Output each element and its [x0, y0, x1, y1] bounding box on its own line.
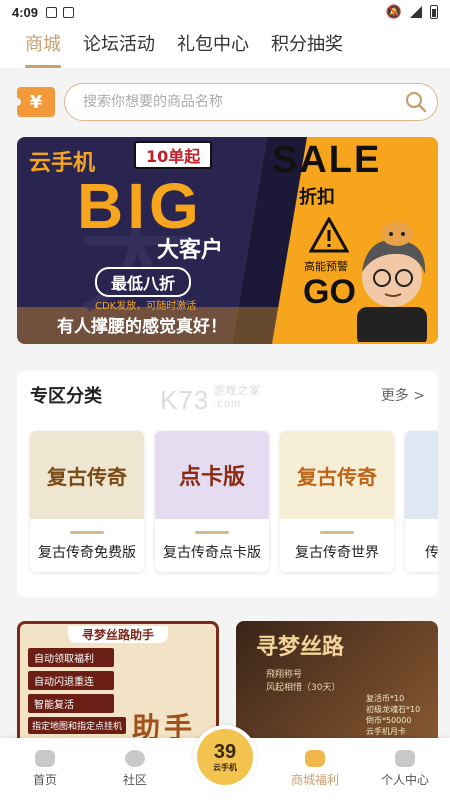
tab-mall[interactable]: 商城 — [25, 24, 61, 68]
nav-community[interactable]: 社区 — [90, 738, 180, 800]
nav-profile[interactable]: 个人中心 — [360, 738, 450, 800]
tab-gift-center[interactable]: 礼包中心 — [177, 24, 249, 68]
zone-card[interactable]: 点卡版 复古传奇点卡版 — [155, 431, 269, 572]
warning-icon — [309, 217, 349, 253]
notification-icon — [63, 6, 75, 18]
status-time: 4:09 — [12, 4, 39, 20]
status-bar: 4:09 🔕 — [0, 0, 450, 24]
zone-card-list: 复古传奇 复古传奇免费版 点卡版 复古传奇点卡版 复古传奇 复古传奇世界 传 — [17, 419, 438, 572]
promo-banner[interactable]: 大 云手机 10单起 BIG 大客户 最低八折 CDK发放，可随时激活 有人撑腰… — [17, 137, 438, 344]
zone-card[interactable]: 传 — [405, 431, 438, 572]
zone-card[interactable]: 复古传奇 复古传奇世界 — [280, 431, 394, 572]
search-icon[interactable] — [405, 91, 427, 113]
helper-feature: 智能复活 — [28, 694, 114, 713]
zone-category-section: 专区分类 更多 > K73 游戏之家 .com 复古传奇 复古传奇免费版 点卡版 复… — [17, 371, 438, 597]
mascot-illustration — [357, 222, 427, 342]
nav-mall-welfare[interactable]: 商城福利 — [270, 738, 360, 800]
nav-label: 社区 — [122, 773, 147, 787]
nav-label: 个人中心 — [380, 773, 429, 787]
nav-label: 商城福利 — [290, 773, 339, 787]
game-poster-title: 寻梦丝路 — [256, 634, 345, 660]
banner-slogan: 有人撑腰的感觉真好！ — [57, 317, 227, 337]
community-icon — [125, 750, 145, 767]
card-name: 复古传奇世界 — [295, 545, 379, 561]
banner-tag: 10单起 — [134, 141, 213, 169]
profile-icon — [395, 750, 415, 767]
game-poster-rewards-right: 复活币*10 初级龙魂石*10 倒币*50000 云手机月卡 — [366, 694, 421, 736]
battery-icon — [430, 5, 438, 19]
game-poster[interactable]: 寻梦丝路 飛翔称号 风起相惜（30天） 复活币*10 初级龙魂石*10 倒币*5… — [236, 621, 438, 751]
tab-points-lottery[interactable]: 积分抽奖 — [271, 24, 343, 68]
search-box[interactable] — [64, 83, 438, 121]
card-name: 复古传奇免费版 — [38, 545, 136, 561]
game-logo-image: 复古传奇 — [280, 431, 394, 519]
helper-feature-list: 自动领取福利 自动闪退重连 智能复活 指定地图和指定点挂机 — [28, 648, 127, 734]
signal-icon — [410, 6, 422, 18]
helper-poster-title: 寻梦丝路助手 — [68, 626, 168, 643]
banner-cdk: CDK发放，可随时激活 — [95, 301, 197, 312]
promo-posters: 寻梦丝路助手 自动领取福利 自动闪退重连 智能复活 指定地图和指定点挂机 助手 … — [17, 621, 438, 751]
game-logo-image — [405, 431, 438, 519]
search-row: ¥ — [0, 68, 450, 136]
home-icon — [35, 750, 55, 767]
nav-label: 首页 — [32, 773, 57, 787]
mute-icon: 🔕 — [385, 4, 402, 19]
game-logo-image: 复古传奇 — [30, 431, 144, 519]
image-icon — [46, 6, 58, 18]
banner-discount: 最低八折 — [95, 267, 192, 297]
nav-home[interactable]: 首页 — [0, 738, 90, 800]
top-tab-bar: 商城 论坛活动 礼包中心 积分抽奖 — [0, 24, 450, 68]
card-name: 复古传奇点卡版 — [163, 545, 261, 561]
coupon-icon[interactable]: ¥ — [13, 87, 55, 117]
center-cloud-button[interactable]: 39 云手机 — [193, 725, 257, 789]
game-logo-image: 点卡版 — [155, 431, 269, 519]
card-name: 传 — [425, 545, 438, 561]
zone-card[interactable]: 复古传奇 复古传奇免费版 — [30, 431, 144, 572]
search-input[interactable] — [83, 94, 405, 110]
game-poster-rewards-left: 飛翔称号 风起相惜（30天） — [266, 670, 341, 693]
helper-feature: 自动领取福利 — [28, 648, 114, 667]
banner-sale: SALE — [272, 139, 382, 181]
zone-title: 专区分类 — [30, 386, 102, 407]
banner-warn: 高能预警 — [304, 260, 348, 273]
more-link[interactable]: 更多 > — [381, 385, 425, 405]
mall-welfare-icon — [305, 750, 325, 767]
tab-forum-activity[interactable]: 论坛活动 — [83, 24, 155, 68]
helper-feature: 指定地图和指定点挂机 — [28, 717, 127, 734]
banner-sale-sub: 折扣 — [299, 187, 335, 208]
helper-poster[interactable]: 寻梦丝路助手 自动领取福利 自动闪退重连 智能复活 指定地图和指定点挂机 助手 — [17, 621, 219, 751]
watermark: K73 游戏之家 .com — [160, 385, 262, 415]
helper-feature: 自动闪退重连 — [28, 671, 114, 690]
banner-big-sub: 大客户 — [157, 238, 224, 263]
cloud-phone-logo: 39 云手机 — [197, 729, 253, 785]
